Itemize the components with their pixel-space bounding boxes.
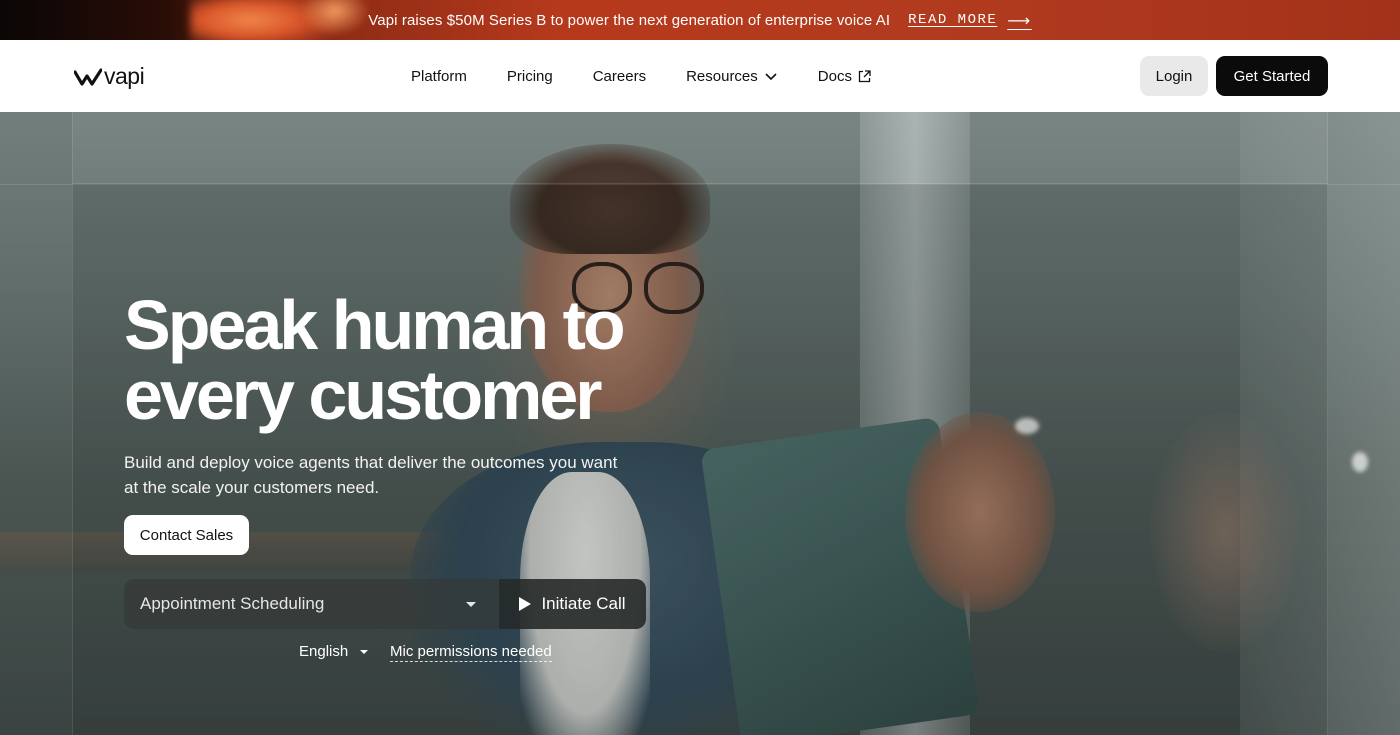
login-button[interactable]: Login	[1140, 56, 1208, 96]
caret-down-icon	[466, 601, 476, 607]
vapi-logo[interactable]: vapi	[74, 63, 145, 90]
read-more-label: READ MORE	[908, 12, 998, 28]
external-link-icon	[858, 69, 871, 82]
nav-links: Platform Pricing Careers Resources Docs	[411, 40, 871, 112]
announcement-message: Vapi raises $50M Series B to power the n…	[368, 11, 891, 29]
grid-frame-top	[72, 112, 1328, 184]
hero-subheadline: Build and deploy voice agents that deliv…	[124, 453, 618, 497]
nav-item-platform[interactable]: Platform	[411, 68, 467, 85]
nav-item-resources[interactable]: Resources	[686, 68, 778, 85]
initiate-call-label: Initiate Call	[541, 594, 626, 613]
language-value: English	[299, 643, 349, 660]
play-icon	[519, 597, 532, 611]
hero-headline: Speak human to every customer	[124, 286, 626, 434]
chevron-down-icon	[765, 73, 777, 81]
read-more-link[interactable]: READ MORE ⟶	[908, 11, 1032, 30]
language-dropdown[interactable]: English	[299, 643, 369, 660]
contact-sales-button[interactable]: Contact Sales	[124, 515, 249, 555]
nav-item-label: Docs	[817, 67, 852, 85]
scenario-dropdown[interactable]: Appointment Scheduling	[124, 579, 498, 629]
nav-item-label: Careers	[592, 67, 647, 85]
nav-item-docs[interactable]: Docs	[818, 68, 871, 85]
initiate-call-button[interactable]: Initiate Call	[498, 579, 646, 629]
announcement-decoration-glow	[300, 0, 370, 36]
nav-item-label: Pricing	[506, 67, 553, 85]
get-started-button[interactable]: Get Started	[1216, 56, 1328, 96]
nav-item-pricing[interactable]: Pricing	[507, 68, 553, 85]
nav-item-label: Resources	[686, 67, 758, 85]
logo-wordmark: vapi	[104, 63, 145, 89]
arrow-right-icon: ⟶	[1007, 10, 1032, 30]
announcement-bar: Vapi raises $50M Series B to power the n…	[0, 0, 1400, 50]
bokeh-light-right	[1352, 452, 1368, 472]
top-navigation: vapi Platform Pricing Careers Resources …	[0, 40, 1400, 112]
nav-item-careers[interactable]: Careers	[593, 68, 646, 85]
caret-down-icon	[360, 649, 369, 654]
scenario-value: Appointment Scheduling	[140, 594, 325, 613]
nav-item-label: Platform	[411, 67, 467, 85]
vapi-logo-icon	[74, 67, 102, 86]
mic-permissions-link[interactable]: Mic permissions needed	[390, 643, 552, 662]
demo-call-widget: Appointment Scheduling Initiate Call	[124, 579, 646, 629]
